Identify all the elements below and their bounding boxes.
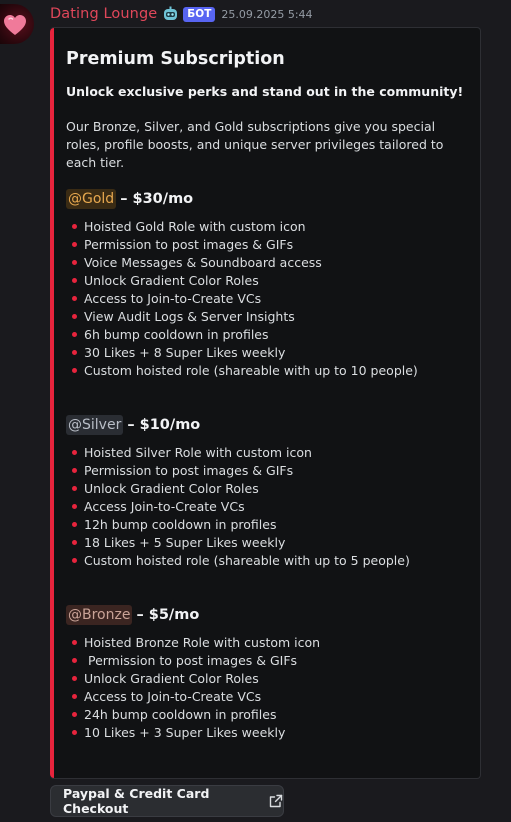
tier-heading: @Silver – $10/mo xyxy=(66,413,410,437)
list-item: Unlock Gradient Color Roles xyxy=(66,271,418,289)
bullet-icon xyxy=(72,693,77,699)
timestamp: 25.09.2025 5:44 xyxy=(221,7,313,21)
list-item: 12h bump cooldown in profiles xyxy=(66,515,410,533)
bot-tag: БОТ xyxy=(183,6,216,22)
bullet-icon xyxy=(72,241,77,247)
bullet-icon xyxy=(72,729,77,735)
tier-gold: @Gold – $30/mo Hoisted Gold Role with cu… xyxy=(66,187,418,379)
list-item: Unlock Gradient Color Roles xyxy=(66,669,320,687)
perk-text: Permission to post images & GIFs xyxy=(84,462,294,478)
list-item: Access Join-to-Create VCs xyxy=(66,497,410,515)
list-item: Hoisted Gold Role with custom icon xyxy=(66,217,418,235)
perk-text: Unlock Gradient Color Roles xyxy=(84,480,259,496)
perk-text: Voice Messages & Soundboard access xyxy=(84,254,322,270)
list-item: Access to Join-to-Create VCs xyxy=(66,289,418,307)
perk-text: 18 Likes + 5 Super Likes weekly xyxy=(84,534,286,550)
list-item: Hoisted Bronze Role with custom icon xyxy=(66,633,320,651)
external-link-icon xyxy=(269,794,283,808)
bullet-icon xyxy=(72,349,77,355)
list-item: View Audit Logs & Server Insights xyxy=(66,307,418,325)
perk-text: 6h bump cooldown in profiles xyxy=(84,326,269,342)
perk-text: Permission to post images & GIFs xyxy=(84,236,294,252)
bullet-icon xyxy=(72,639,77,645)
bullet-icon xyxy=(72,467,77,473)
list-item: Access to Join-to-Create VCs xyxy=(66,687,320,705)
list-item: Custom hoisted role (shareable with up t… xyxy=(66,551,410,569)
perk-text: Access to Join-to-Create VCs xyxy=(84,688,262,704)
bullet-icon xyxy=(72,223,77,229)
perk-text: 24h bump cooldown in profiles xyxy=(84,706,277,722)
robot-face-icon xyxy=(162,6,179,23)
bullet-icon xyxy=(72,313,77,319)
bullet-icon xyxy=(72,657,77,663)
list-item: 6h bump cooldown in profiles xyxy=(66,325,418,343)
role-mention-bronze[interactable]: @Bronze xyxy=(66,605,133,625)
tier-price: – $30/mo xyxy=(120,191,194,207)
list-item: Hoisted Silver Role with custom icon xyxy=(66,443,410,461)
role-mention-gold[interactable]: @Gold xyxy=(66,189,117,209)
bullet-icon xyxy=(72,521,77,527)
perk-text: 30 Likes + 8 Super Likes weekly xyxy=(84,344,286,360)
list-item: Custom hoisted role (shareable with up t… xyxy=(66,361,418,379)
perk-list: Hoisted Silver Role with custom icon Per… xyxy=(66,443,410,569)
perk-text: 12h bump cooldown in profiles xyxy=(84,516,277,532)
list-item: Permission to post images & GIFs xyxy=(66,651,320,669)
perk-text: Hoisted Gold Role with custom icon xyxy=(84,218,306,234)
username[interactable]: Dating Lounge xyxy=(50,6,157,22)
list-item: Permission to post images & GIFs xyxy=(66,235,418,253)
bullet-icon xyxy=(72,539,77,545)
tier-heading: @Bronze – $5/mo xyxy=(66,603,320,627)
bullet-icon xyxy=(72,557,77,563)
bullet-icon xyxy=(72,295,77,301)
tier-silver: @Silver – $10/mo Hoisted Silver Role wit… xyxy=(66,413,410,569)
perk-text: Access Join-to-Create VCs xyxy=(84,498,245,514)
tier-bronze: @Bronze – $5/mo Hoisted Bronze Role with… xyxy=(66,603,320,741)
perk-text: Custom hoisted role (shareable with up t… xyxy=(84,362,418,378)
bullet-icon xyxy=(72,259,77,265)
bullet-icon xyxy=(72,331,77,337)
embed-description: Our Bronze, Silver, and Gold subscriptio… xyxy=(66,119,444,170)
perk-text: Access to Join-to-Create VCs xyxy=(84,290,262,306)
role-mention-silver[interactable]: @Silver xyxy=(66,415,124,435)
perk-list: Hoisted Gold Role with custom icon Permi… xyxy=(66,217,418,379)
embed-accent-bar xyxy=(50,28,54,778)
list-item: 18 Likes + 5 Super Likes weekly xyxy=(66,533,410,551)
perk-text: Custom hoisted role (shareable with up t… xyxy=(84,552,410,568)
checkout-button[interactable]: Paypal & Credit Card Checkout xyxy=(50,785,284,817)
tier-price: – $5/mo xyxy=(136,607,200,623)
perk-text: Permission to post images & GIFs xyxy=(84,652,298,668)
embed-lead: Unlock exclusive perks and stand out in … xyxy=(66,84,464,99)
perk-text: View Audit Logs & Server Insights xyxy=(84,308,295,324)
list-item: 24h bump cooldown in profiles xyxy=(66,705,320,723)
perk-text: Hoisted Silver Role with custom icon xyxy=(84,444,312,460)
heart-icon xyxy=(4,15,26,35)
perk-text: Unlock Gradient Color Roles xyxy=(84,272,259,288)
list-item: Unlock Gradient Color Roles xyxy=(66,479,410,497)
bullet-icon xyxy=(72,675,77,681)
list-item: Permission to post images & GIFs xyxy=(66,461,410,479)
message-header: Dating Lounge БОТ 25.09.2025 5:44 xyxy=(50,4,313,24)
embed-card: Premium Subscription Unlock exclusive pe… xyxy=(50,27,481,779)
list-item: 10 Likes + 3 Super Likes weekly xyxy=(66,723,320,741)
bullet-icon xyxy=(72,367,77,373)
tier-heading: @Gold – $30/mo xyxy=(66,187,418,211)
list-item: 30 Likes + 8 Super Likes weekly xyxy=(66,343,418,361)
bullet-icon xyxy=(72,449,77,455)
perk-list: Hoisted Bronze Role with custom icon Per… xyxy=(66,633,320,741)
tier-price: – $10/mo xyxy=(127,417,201,433)
checkout-button-label: Paypal & Credit Card Checkout xyxy=(63,786,210,816)
bullet-icon xyxy=(72,503,77,509)
embed-title: Premium Subscription xyxy=(66,49,285,69)
perk-text: Hoisted Bronze Role with custom icon xyxy=(84,634,321,650)
bullet-icon xyxy=(72,485,77,491)
perk-text: 10 Likes + 3 Super Likes weekly xyxy=(84,724,286,740)
perk-text: Unlock Gradient Color Roles xyxy=(84,670,259,686)
avatar[interactable] xyxy=(0,4,34,44)
bullet-icon xyxy=(72,277,77,283)
bullet-icon xyxy=(72,711,77,717)
chat-message: Dating Lounge БОТ 25.09.2025 5:44 Premiu… xyxy=(0,0,511,822)
list-item: Voice Messages & Soundboard access xyxy=(66,253,418,271)
